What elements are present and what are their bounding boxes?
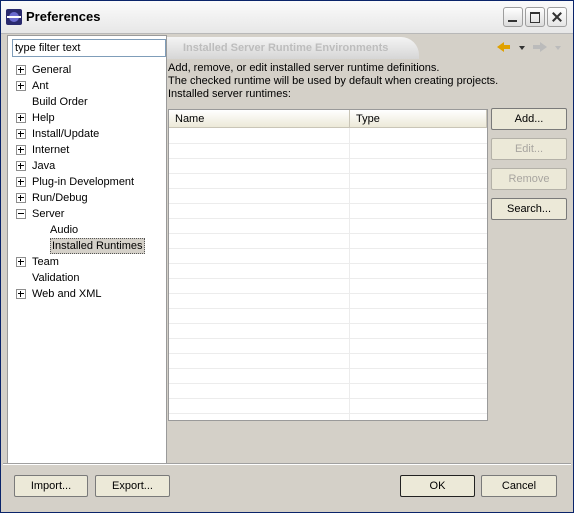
expand-icon[interactable] <box>16 257 26 267</box>
column-header-type[interactable]: Type <box>350 110 487 128</box>
tree-item-label: Help <box>32 112 55 124</box>
tree-item[interactable]: Team <box>8 254 164 270</box>
tree-item[interactable]: Java <box>8 158 164 174</box>
cancel-button[interactable]: Cancel <box>481 475 557 497</box>
table-row-line <box>169 413 487 414</box>
page-title: Installed Server Runtime Environments <box>183 42 389 54</box>
description-line: The checked runtime will be used by defa… <box>168 75 499 87</box>
table-row-line <box>169 338 487 339</box>
tree-item[interactable]: Audio <box>8 222 164 238</box>
import-button[interactable]: Import... <box>14 475 88 497</box>
preferences-window: Preferences General Ant Build Order Help Ins… <box>0 0 574 513</box>
add-button[interactable]: Add... <box>491 108 567 130</box>
navigation-pane: General Ant Build Order Help Install/Update I… <box>7 35 167 465</box>
tree-item-label: General <box>32 64 72 76</box>
expand-icon[interactable] <box>16 145 26 155</box>
table-row-line <box>169 218 487 219</box>
tree-item-label: Internet <box>32 144 70 156</box>
tree-item-label: Web and XML <box>32 288 102 300</box>
tree-item-label: Team <box>32 256 59 268</box>
ok-button[interactable]: OK <box>400 475 475 497</box>
expand-icon[interactable] <box>16 81 26 91</box>
minimize-button[interactable] <box>503 7 523 27</box>
title-bar[interactable]: Preferences <box>1 1 573 34</box>
table-row-line <box>169 233 487 234</box>
table-row-line <box>169 263 487 264</box>
tree-item-label: Ant <box>32 80 49 92</box>
tree-item[interactable]: General <box>8 62 164 78</box>
tree-item[interactable]: Install/Update <box>8 126 164 142</box>
table-row-line <box>169 383 487 384</box>
filter-input[interactable] <box>12 39 166 57</box>
remove-button[interactable]: Remove <box>491 168 567 190</box>
expand-icon[interactable] <box>16 129 26 139</box>
footer-separator-highlight <box>3 464 571 465</box>
tree-item[interactable]: Server <box>8 206 164 222</box>
expand-icon[interactable] <box>16 289 26 299</box>
expand-icon[interactable] <box>16 193 26 203</box>
maximize-button[interactable] <box>525 7 545 27</box>
tree-item[interactable]: Internet <box>8 142 164 158</box>
tree-item-label: Java <box>32 160 56 172</box>
back-menu-chevron-icon[interactable] <box>519 41 525 53</box>
tree-item[interactable]: Validation <box>8 270 164 286</box>
tree-item-label: Install/Update <box>32 128 100 140</box>
column-header-name[interactable]: Name <box>169 110 350 128</box>
tree-item[interactable]: Run/Debug <box>8 190 164 206</box>
collapse-icon[interactable] <box>16 209 26 219</box>
edit-button[interactable]: Edit... <box>491 138 567 160</box>
expand-icon[interactable] <box>16 65 26 75</box>
tree-item-label: Validation <box>32 272 80 284</box>
description-line: Add, remove, or edit installed server ru… <box>168 62 440 74</box>
table-row-line <box>169 398 487 399</box>
expand-icon[interactable] <box>16 177 26 187</box>
forward-arrow-icon[interactable] <box>533 41 547 53</box>
table-row-line <box>169 308 487 309</box>
tree-item[interactable]: Plug-in Development <box>8 174 164 190</box>
table-row-line <box>169 368 487 369</box>
table-row-line <box>169 278 487 279</box>
tree-item-label: Run/Debug <box>32 192 88 204</box>
expand-icon[interactable] <box>16 113 26 123</box>
tree-item[interactable]: Build Order <box>8 94 164 110</box>
tree-item[interactable]: Web and XML <box>8 286 164 302</box>
tree-item-label: Installed Runtimes <box>50 238 145 254</box>
search-button[interactable]: Search... <box>491 198 567 220</box>
forward-menu-chevron-icon[interactable] <box>555 41 561 53</box>
page-header: Installed Server Runtime Environments <box>167 37 569 59</box>
tree-item[interactable]: Help <box>8 110 164 126</box>
tree-item-label: Plug-in Development <box>32 176 135 188</box>
column-divider <box>349 128 350 420</box>
tree-item[interactable]: Installed Runtimes <box>8 238 164 254</box>
table-row-line <box>169 248 487 249</box>
table-row-line <box>169 173 487 174</box>
expand-icon[interactable] <box>16 161 26 171</box>
table-row-line <box>169 158 487 159</box>
window-title: Preferences <box>26 9 101 24</box>
table-row-line <box>169 323 487 324</box>
runtimes-label: Installed server runtimes: <box>168 88 291 100</box>
tree-item-label: Build Order <box>32 96 88 108</box>
table-row-line <box>169 353 487 354</box>
tree-item[interactable]: Ant <box>8 78 164 94</box>
runtimes-table[interactable]: Name Type <box>168 109 488 421</box>
page-title-tab: Installed Server Runtime Environments <box>167 37 419 59</box>
table-row-line <box>169 188 487 189</box>
close-button[interactable] <box>547 7 567 27</box>
tree-item-label: Audio <box>50 224 79 236</box>
eclipse-icon <box>6 9 22 25</box>
table-row-line <box>169 203 487 204</box>
table-row-line <box>169 293 487 294</box>
back-arrow-icon[interactable] <box>497 41 511 53</box>
export-button[interactable]: Export... <box>95 475 170 497</box>
tree-item-label: Server <box>32 208 65 220</box>
table-row-line <box>169 143 487 144</box>
